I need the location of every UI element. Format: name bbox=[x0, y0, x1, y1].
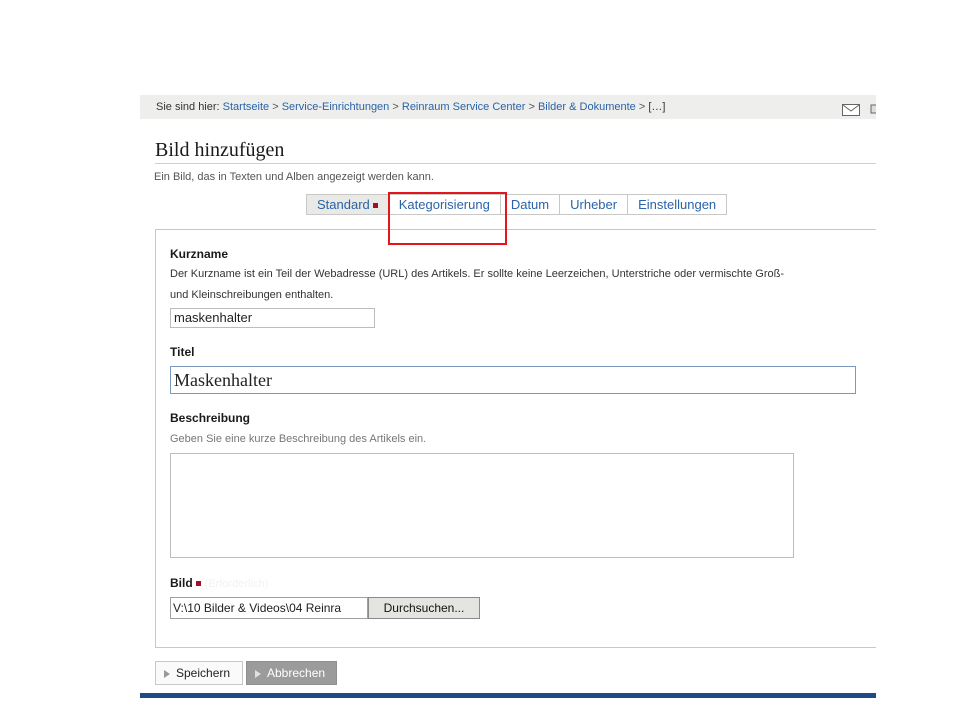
required-text: (Erforderlich) bbox=[204, 578, 269, 590]
breadcrumb-separator: > bbox=[638, 101, 646, 113]
play-arrow-icon bbox=[164, 669, 170, 678]
save-button[interactable]: Speichern bbox=[155, 661, 243, 685]
mail-icon[interactable] bbox=[839, 101, 860, 126]
breadcrumb-link-service[interactable]: Service-Einrichtungen bbox=[282, 101, 390, 113]
tab-standard[interactable]: Standard bbox=[306, 194, 389, 215]
breadcrumb-link-startseite[interactable]: Startseite bbox=[223, 101, 269, 113]
annotation-highlight-box bbox=[388, 192, 507, 245]
kurzname-label: Kurzname bbox=[170, 247, 229, 261]
beschreibung-help: Geben Sie eine kurze Beschreibung des Ar… bbox=[170, 433, 427, 445]
browse-button[interactable]: Durchsuchen... bbox=[368, 597, 480, 619]
footer-bar bbox=[140, 693, 876, 698]
save-label: Speichern bbox=[176, 666, 231, 680]
bild-label-row: Bild (Erforderlich) bbox=[170, 576, 268, 590]
tab-einstellungen[interactable]: Einstellungen bbox=[628, 194, 728, 215]
bild-label: Bild bbox=[170, 576, 193, 590]
tab-label: Einstellungen bbox=[638, 197, 717, 212]
tab-urheber[interactable]: Urheber bbox=[560, 194, 629, 215]
play-arrow-icon bbox=[255, 669, 261, 678]
breadcrumb-ellipsis[interactable]: […] bbox=[648, 101, 665, 113]
tab-label: Urheber bbox=[570, 197, 618, 212]
beschreibung-label: Beschreibung bbox=[170, 411, 251, 425]
tab-bar: Standard Kategorisierung Datum Urheber E… bbox=[306, 194, 728, 215]
page-title: Bild hinzufügen bbox=[155, 139, 285, 161]
cancel-button[interactable]: Abbrechen bbox=[246, 661, 337, 685]
page-description: Ein Bild, das in Texten und Alben angeze… bbox=[154, 171, 434, 183]
kurzname-help-line1: Der Kurzname ist ein Teil der Webadresse… bbox=[170, 268, 785, 280]
kurzname-help-line2: und Kleinschreibungen enthalten. bbox=[170, 289, 334, 301]
tab-label: Standard bbox=[317, 197, 370, 212]
tab-datum[interactable]: Datum bbox=[500, 194, 561, 215]
beschreibung-textarea[interactable] bbox=[170, 453, 794, 558]
print-icon[interactable] bbox=[870, 101, 876, 126]
required-marker bbox=[372, 203, 378, 209]
breadcrumb-link-reinraum[interactable]: Reinraum Service Center bbox=[402, 101, 526, 113]
tab-label: Datum bbox=[510, 197, 550, 212]
breadcrumb-separator: > bbox=[392, 101, 399, 113]
kurzname-input[interactable]: maskenhalter bbox=[170, 308, 375, 328]
breadcrumb: Sie sind hier: Startseite > Service-Einr… bbox=[140, 95, 876, 119]
cancel-label: Abbrechen bbox=[267, 666, 326, 680]
page-frame: Sie sind hier: Startseite > Service-Einr… bbox=[140, 95, 876, 700]
breadcrumb-separator: > bbox=[272, 101, 279, 113]
breadcrumb-prefix: Sie sind hier: bbox=[156, 101, 220, 113]
breadcrumb-separator: > bbox=[528, 101, 535, 113]
file-path-input[interactable]: V:\10 Bilder & Videos\04 Reinra bbox=[170, 597, 368, 619]
titel-label: Titel bbox=[170, 345, 195, 359]
titel-input[interactable]: Maskenhalter bbox=[170, 366, 856, 394]
breadcrumb-link-bilder[interactable]: Bilder & Dokumente bbox=[538, 101, 636, 113]
required-marker bbox=[195, 581, 201, 587]
title-divider bbox=[155, 163, 876, 164]
